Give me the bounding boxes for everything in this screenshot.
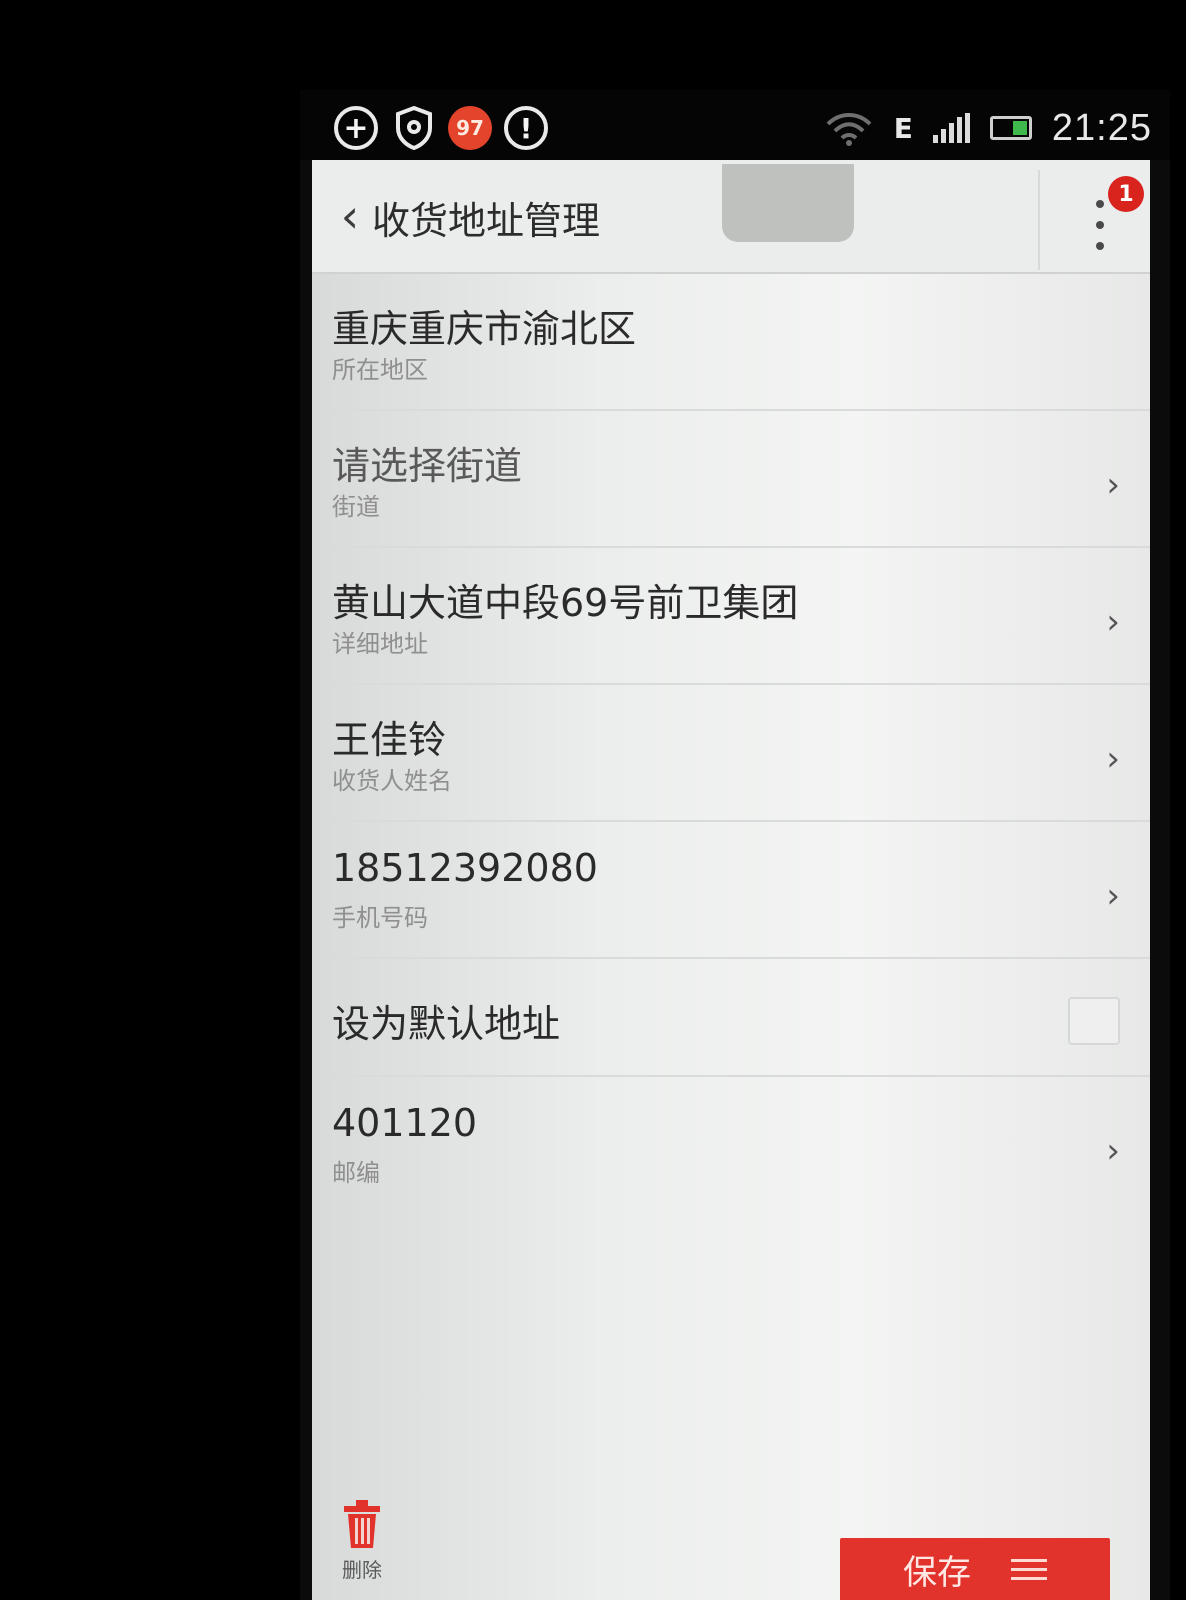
trash-icon <box>340 1498 384 1550</box>
street-label: 街道 <box>332 493 380 521</box>
photo-frame: + 97 ! E 21:25 ‹ 收货地址管理 1 重庆重庆市渝北区 所在地区 … <box>0 0 1186 1600</box>
wifi-icon <box>824 108 874 148</box>
street-value: 请选择街道 <box>332 444 523 488</box>
save-button[interactable]: 保存 <box>840 1538 1110 1600</box>
battery-icon <box>989 116 1032 140</box>
recipient-name-label: 收货人姓名 <box>332 767 452 795</box>
postcode-row[interactable]: 401120 邮编 › <box>312 1077 1150 1214</box>
chevron-right-icon: › <box>1106 739 1120 779</box>
region-label: 所在地区 <box>332 356 428 384</box>
bottom-action-bar: 删除 保存 <box>312 1500 1150 1600</box>
recipient-name-row[interactable]: 王佳铃 收货人姓名 › <box>312 685 1150 822</box>
phone-row[interactable]: 18512392080 手机号码 › <box>312 822 1150 959</box>
default-address-label: 设为默认地址 <box>332 1002 561 1046</box>
page-title: 收货地址管理 <box>372 199 601 243</box>
default-address-checkbox[interactable] <box>1068 997 1120 1045</box>
postcode-value: 401120 <box>332 1101 478 1145</box>
clock: 21:25 <box>1051 106 1152 149</box>
header-divider <box>1038 170 1040 270</box>
delete-button[interactable]: 删除 <box>322 1498 402 1594</box>
street-row[interactable]: 请选择街道 街道 › <box>312 411 1150 548</box>
more-menu-icon[interactable] <box>1090 200 1110 250</box>
menu-badge: 1 <box>1108 176 1144 212</box>
notification-badge: 97 <box>448 106 492 150</box>
camera-overlay <box>722 164 854 242</box>
app-screen: ‹ 收货地址管理 1 重庆重庆市渝北区 所在地区 请选择街道 街道 › 黄山大道… <box>312 160 1150 1600</box>
add-circle-icon: + <box>334 106 378 150</box>
save-label: 保存 <box>903 1552 971 1593</box>
recipient-name-value: 王佳铃 <box>332 718 447 762</box>
network-type: E <box>893 111 913 145</box>
detail-address-label: 详细地址 <box>332 630 428 658</box>
region-value: 重庆重庆市渝北区 <box>332 307 637 351</box>
chevron-right-icon: › <box>1106 876 1120 916</box>
address-form: 重庆重庆市渝北区 所在地区 请选择街道 街道 › 黄山大道中段69号前卫集团 详… <box>312 274 1150 1214</box>
region-row[interactable]: 重庆重庆市渝北区 所在地区 <box>312 274 1150 411</box>
menu-lines-icon <box>1011 1558 1047 1580</box>
detail-address-value: 黄山大道中段69号前卫集团 <box>332 581 799 625</box>
phone-value: 18512392080 <box>332 846 598 890</box>
back-arrow-icon[interactable]: ‹ <box>330 189 370 243</box>
chevron-right-icon: › <box>1106 465 1120 505</box>
postcode-label: 邮编 <box>332 1159 380 1187</box>
phone-device: + 97 ! E 21:25 ‹ 收货地址管理 1 重庆重庆市渝北区 所在地区 … <box>300 90 1170 1600</box>
app-header: ‹ 收货地址管理 1 <box>312 160 1150 274</box>
chevron-right-icon: › <box>1106 602 1120 642</box>
detail-address-row[interactable]: 黄山大道中段69号前卫集团 详细地址 › <box>312 548 1150 685</box>
shield-gear-icon <box>392 106 436 150</box>
status-right-group: E 21:25 <box>824 100 1152 156</box>
alert-circle-icon: ! <box>504 106 548 150</box>
signal-icon <box>932 113 970 143</box>
delete-label: 删除 <box>342 1558 382 1582</box>
default-address-row[interactable]: 设为默认地址 <box>312 959 1150 1077</box>
chevron-right-icon: › <box>1106 1131 1120 1171</box>
phone-label: 手机号码 <box>332 904 428 932</box>
status-bar: + 97 ! E 21:25 <box>300 90 1170 160</box>
